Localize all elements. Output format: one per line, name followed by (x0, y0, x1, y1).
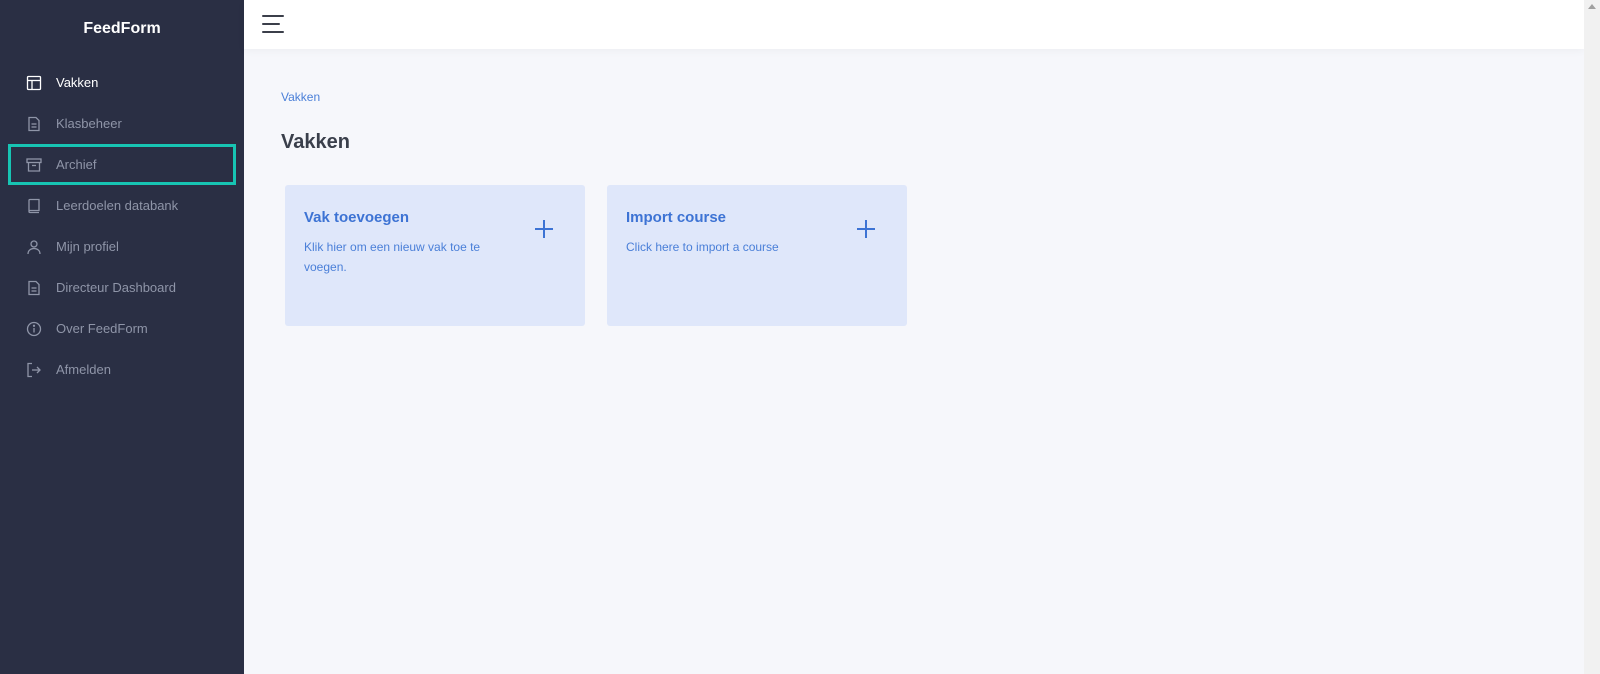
sidebar-item-leerdoelen-databank[interactable]: Leerdoelen databank (0, 185, 244, 226)
topbar (244, 0, 1584, 49)
card-title: Import course (626, 209, 727, 226)
user-icon (25, 238, 43, 256)
sidebar-item-label: Leerdoelen databank (56, 198, 179, 213)
sidebar-item-archief[interactable]: Archief (8, 144, 236, 185)
sidebar-item-directeur-dashboard[interactable]: Directeur Dashboard (0, 267, 244, 308)
document-icon (25, 115, 43, 133)
brand-logo[interactable]: FeedForm (0, 20, 244, 38)
archive-icon (25, 156, 43, 174)
sidebar-item-label: Directeur Dashboard (56, 280, 176, 295)
sidebar: FeedForm Vakken Klasbeheer Archief Leerd… (0, 0, 244, 674)
plus-icon (857, 220, 875, 238)
sidebar-item-klasbeheer[interactable]: Klasbeheer (0, 103, 244, 144)
sidebar-item-label: Klasbeheer (56, 116, 122, 131)
document-icon (25, 279, 43, 297)
import-course-card[interactable]: Import course Click here to import a cou… (607, 185, 907, 326)
info-icon (25, 320, 43, 338)
layout-icon (25, 74, 43, 92)
page-title: Vakken (281, 131, 350, 153)
sidebar-item-label: Mijn profiel (56, 239, 119, 254)
card-title: Vak toevoegen (304, 209, 410, 226)
card-description: Click here to import a course (626, 240, 779, 254)
hamburger-menu-icon[interactable] (262, 13, 286, 35)
sidebar-item-vakken[interactable]: Vakken (0, 62, 244, 103)
sidebar-item-mijn-profiel[interactable]: Mijn profiel (0, 226, 244, 267)
sidebar-nav: Vakken Klasbeheer Archief Leerdoelen dat… (0, 62, 244, 390)
card-description: Klik hier om een nieuw vak toe te voegen… (304, 240, 481, 274)
plus-icon (535, 220, 553, 238)
sidebar-item-afmelden[interactable]: Afmelden (0, 349, 244, 390)
scroll-up-arrow-icon[interactable] (1588, 4, 1596, 9)
add-course-card[interactable]: Vak toevoegen Klik hier om een nieuw vak… (285, 185, 585, 326)
breadcrumb[interactable]: Vakken (281, 90, 320, 104)
sidebar-item-label: Archief (56, 157, 97, 172)
sidebar-item-over-feedform[interactable]: Over FeedForm (0, 308, 244, 349)
sidebar-item-label: Afmelden (56, 362, 111, 377)
scrollbar[interactable] (1584, 0, 1600, 674)
sidebar-item-label: Vakken (56, 75, 99, 90)
sidebar-item-label: Over FeedForm (56, 321, 148, 336)
book-icon (25, 197, 43, 215)
logout-icon (25, 361, 43, 379)
